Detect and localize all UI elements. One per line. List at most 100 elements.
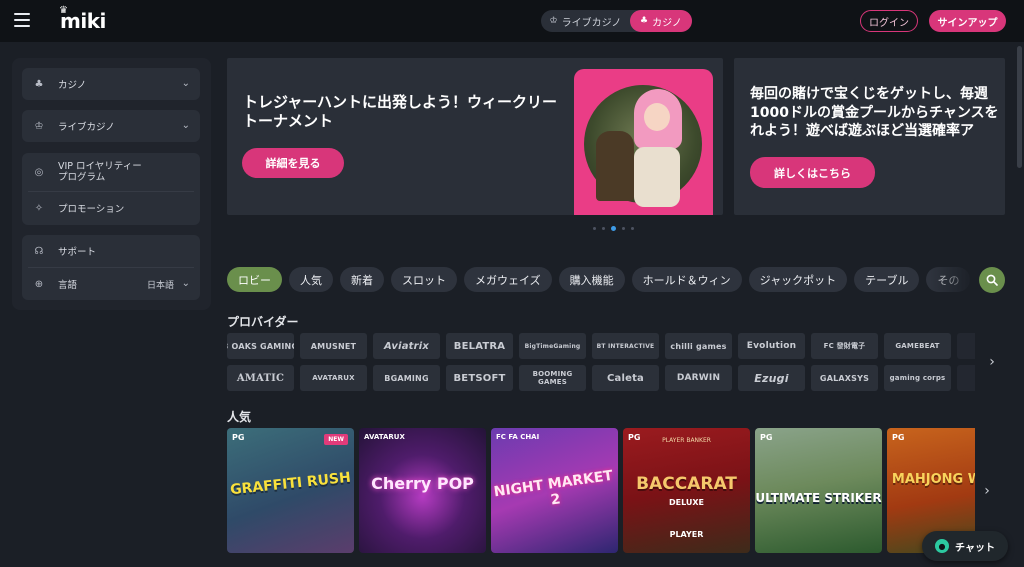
carousel-dot[interactable] [593,227,596,230]
tabs-fade [930,267,975,292]
chat-icon: ● [935,539,950,553]
tab-casino[interactable]: ♣ カジノ [630,10,692,32]
sidebar-item-vip[interactable]: ◎ VIP ロイヤリティー プログラム [22,153,200,191]
game-title: NIGHT MARKET 2 [492,467,614,509]
provider-chilli-games[interactable]: chilli games [665,333,732,359]
sidebar-group-support: ☊ サポート ⊕ 言語 日本語 ⌄ [22,235,200,300]
details-button[interactable]: 詳細を見る [242,148,344,178]
game-card[interactable]: FC FA CHAI NIGHT MARKET 2 [491,428,618,553]
game-card[interactable]: PG NEW GRAFFITI RUSH [227,428,354,553]
sidebar-item-live-casino[interactable]: ♔ ライブカジノ ⌄ [22,110,200,142]
search-icon [986,274,998,286]
live-dealer-icon: ♔ [549,16,558,26]
banner-title: トレジャーハントに出発しよう！ウィークリートーナメント [243,93,557,130]
tab-table[interactable]: テーブル [854,267,920,292]
logo[interactable]: ♛ miki [59,5,106,33]
mode-switch: ♔ ライブカジノ ♣ カジノ [541,10,692,32]
providers-title: プロバイダー [227,315,299,329]
banner-illustration [574,69,713,215]
provider-gamebeat[interactable]: GAMEBEAT [884,333,951,359]
provider-betsoft[interactable]: BETSOFT [446,365,513,391]
login-button[interactable]: ログイン [860,10,918,32]
provider-caleta[interactable]: Caleta [592,365,659,391]
tab-slots[interactable]: スロット [391,267,457,292]
tab-lobby[interactable]: ロビー [227,267,282,292]
providers-next-arrow[interactable]: › [985,352,999,372]
popular-title: 人気 [227,410,252,424]
carousel-dot[interactable] [622,227,625,230]
sidebar-item-casino-box: ♣ カジノ ⌄ [22,68,200,100]
promo-banner-lottery[interactable]: 毎回の賭けで宝くじをゲットし、毎週 1000ドルの賞金プールからチャンスを れよ… [734,58,1005,215]
provider-booming-games[interactable]: BOOMING GAMES [519,365,586,391]
slot-icon: ♣ [34,78,44,90]
tab-buy-feature[interactable]: 購入機能 [558,267,625,292]
slot-icon: ♣ [640,16,649,26]
art-girl-face [644,103,670,131]
game-card[interactable]: AVATARUX Cherry POP [359,428,486,553]
provider-avatarux[interactable]: AVATARUX [300,365,367,391]
game-card[interactable]: PG ULTIMATE STRIKER [755,428,882,553]
game-title: Cherry POP [371,474,474,493]
chevron-down-icon: ⌄ [181,278,190,289]
sidebar-group-vip: ◎ VIP ロイヤリティー プログラム ✧ プロモーション [22,153,200,225]
tab-megaways[interactable]: メガウェイズ [464,267,552,292]
game-card[interactable]: PG PLAYER BANKER BACCARAT DELUXE PLAYER [623,428,750,553]
provider-more[interactable]: G [957,333,975,359]
game-row: PG NEW GRAFFITI RUSH AVATARUX Cherry POP… [227,428,975,553]
provider-bgaming[interactable]: BGAMING [373,365,440,391]
provider-evolution[interactable]: Evolution [738,333,805,359]
provider-row: AMATIC AVATARUX BGAMING BETSOFT BOOMING … [227,365,975,391]
sidebar-item-promotions[interactable]: ✧ プロモーション [22,192,200,224]
menu-icon[interactable] [14,13,30,27]
tab-popular[interactable]: 人気 [289,267,333,292]
chevron-down-icon: ⌄ [181,120,190,131]
new-badge: NEW [324,434,348,445]
game-title: BACCARAT [636,474,737,494]
provider-darwin[interactable]: DARWIN [665,365,732,391]
provider-bigtimegaming[interactable]: BigTimeGaming [519,333,586,359]
carousel-dot-active[interactable] [611,226,616,231]
provider-more[interactable]: HA [957,365,975,391]
sidebar: ♣ カジノ ⌄ ♔ ライブカジノ ⌄ ◎ VIP ロイヤリティー プログラム ✧… [12,58,211,310]
promotion-icon: ✧ [34,202,44,214]
provider-amatic[interactable]: AMATIC [227,365,294,391]
banner-title: 毎回の賭けで宝くじをゲットし、毎週 1000ドルの賞金プールからチャンスを れよ… [750,86,999,139]
provider-gaming-corps[interactable]: gaming corps [884,365,951,391]
headset-icon: ☊ [34,245,44,257]
sidebar-item-language[interactable]: ⊕ 言語 日本語 ⌄ [22,268,200,300]
art-girl-body [634,147,680,207]
globe-icon: ⊕ [34,278,44,290]
sidebar-item-casino[interactable]: ♣ カジノ ⌄ [22,68,200,100]
promo-banner-tournament[interactable]: トレジャーハントに出発しよう！ウィークリートーナメント 詳細を見る [227,58,723,215]
provider-galaxsys[interactable]: GALAXSYS [811,365,878,391]
provider-ezugi[interactable]: Ezugi [738,365,805,391]
games-next-arrow[interactable]: › [980,481,994,501]
sidebar-item-live-casino-box: ♔ ライブカジノ ⌄ [22,110,200,142]
learn-more-button[interactable]: 詳しくはこちら [750,157,875,188]
sidebar-item-support[interactable]: ☊ サポート [22,235,200,267]
scrollbar[interactable] [1017,46,1022,168]
signup-button[interactable]: サインアップ [929,10,1006,32]
vip-icon: ◎ [34,166,44,178]
provider-fachai[interactable]: FC 發財電子 [811,333,878,359]
provider-aviatrix[interactable]: Aviatrix [373,333,440,359]
category-tabs: ロビー 人気 新着 スロット メガウェイズ 購入機能 ホールド＆ウィン ジャック… [227,267,973,292]
provider-3oaks[interactable]: 3 OAKS GAMING [227,333,294,359]
crown-icon: ♛ [59,5,68,16]
provider-bt-interactive[interactable]: BT INTERACTIVE [592,333,659,359]
carousel-dot[interactable] [631,227,634,230]
chevron-down-icon: ⌄ [181,78,190,89]
search-button[interactable] [979,267,1005,293]
carousel-dot[interactable] [602,227,605,230]
top-bar: ♛ miki ♔ ライブカジノ ♣ カジノ ログイン サインアップ [0,0,1024,42]
tab-jackpot[interactable]: ジャックポット [748,267,848,292]
tab-new[interactable]: 新着 [340,267,384,292]
live-dealer-icon: ♔ [34,120,44,132]
tab-live-casino[interactable]: ♔ ライブカジノ [541,10,630,32]
provider-amusnet[interactable]: AMUSNET [300,333,367,359]
tab-hold-and-win[interactable]: ホールド＆ウィン [631,267,742,292]
provider-belatra[interactable]: BELATRA [446,333,513,359]
chat-button[interactable]: ● チャット [922,531,1008,561]
provider-row: 3 OAKS GAMING AMUSNET Aviatrix BELATRA B… [227,333,975,359]
provider-grid: 3 OAKS GAMING AMUSNET Aviatrix BELATRA B… [227,333,975,391]
